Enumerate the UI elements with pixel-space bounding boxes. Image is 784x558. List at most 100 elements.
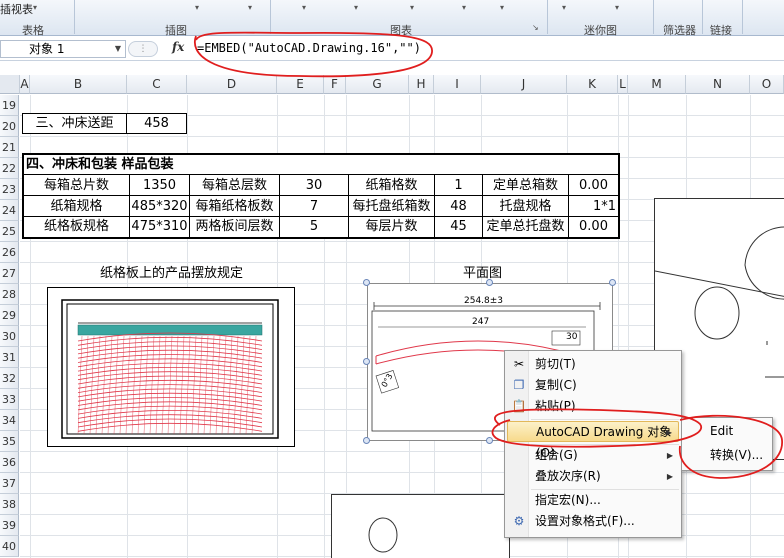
table-cell[interactable]: 48 — [435, 196, 483, 217]
chevron-down-icon[interactable]: ▾ — [33, 3, 37, 12]
chevron-down-icon[interactable]: ▾ — [562, 3, 566, 12]
table-cell[interactable]: 每箱总片数 — [24, 175, 130, 196]
row-header[interactable]: 21 — [0, 137, 19, 158]
name-box[interactable]: 对象 1 ▼ — [0, 40, 126, 58]
table-cell[interactable]: 每箱纸格板数 — [190, 196, 280, 217]
resize-handle[interactable] — [363, 437, 370, 444]
table-cell[interactable]: 定单总箱数 — [483, 175, 569, 196]
row-header[interactable]: 35 — [0, 431, 19, 452]
column-header[interactable]: D — [187, 75, 277, 94]
submenu-item-edit[interactable]: Edit — [684, 421, 770, 442]
table-cell[interactable]: 485*320 — [130, 196, 190, 217]
table-cell[interactable]: 定单总托盘数 — [483, 217, 569, 237]
resize-handle[interactable] — [363, 358, 370, 365]
embedded-layout-drawing[interactable] — [47, 287, 295, 447]
table-cell[interactable]: 每层片数 — [349, 217, 435, 237]
row-header[interactable]: 32 — [0, 368, 19, 389]
column-header[interactable]: N — [686, 75, 750, 94]
row-header[interactable]: 23 — [0, 179, 19, 200]
table-cell[interactable]: 1350 — [130, 175, 190, 196]
select-all-corner[interactable] — [0, 75, 20, 94]
table-cell[interactable]: 7 — [280, 196, 349, 217]
column-header[interactable]: B — [30, 75, 127, 94]
row-header[interactable]: 31 — [0, 347, 19, 368]
column-header[interactable]: C — [127, 75, 187, 94]
row-header[interactable]: 26 — [0, 242, 19, 263]
formula-bar-handle[interactable]: ⋮ — [128, 41, 158, 57]
row-header[interactable]: 19 — [0, 95, 19, 116]
table-cell[interactable]: 纸箱规格 — [24, 196, 130, 217]
row-header[interactable]: 27 — [0, 263, 19, 284]
row-header[interactable]: 39 — [0, 515, 19, 536]
column-header[interactable]: O — [750, 75, 784, 94]
table-cell[interactable]: 1*1 — [569, 196, 618, 217]
column-header[interactable]: L — [618, 75, 628, 94]
row-header[interactable]: 37 — [0, 473, 19, 494]
row-header[interactable]: 29 — [0, 305, 19, 326]
row-header[interactable]: 30 — [0, 326, 19, 347]
column-header[interactable]: F — [324, 75, 346, 94]
column-header[interactable]: E — [277, 75, 324, 94]
chevron-down-icon[interactable]: ▾ — [615, 3, 619, 12]
section-header-packing[interactable]: 四、冲床和包装 样品包装 — [22, 153, 620, 175]
chevron-down-icon[interactable]: ▾ — [462, 3, 466, 12]
table-cell[interactable]: 两格板间层数 — [190, 217, 280, 237]
column-header[interactable]: I — [434, 75, 481, 94]
menu-item-cut[interactable]: ✂ 剪切(T) — [507, 354, 679, 375]
row-header[interactable]: 34 — [0, 410, 19, 431]
cell-feed-value[interactable]: 458 — [126, 113, 187, 134]
table-cell[interactable]: 0.00 — [569, 175, 618, 196]
insert-function-icon[interactable]: fx — [172, 40, 184, 54]
menu-item-copy[interactable]: ❐ 复制(C) — [507, 375, 679, 396]
row-header[interactable]: 22 — [0, 158, 19, 179]
row-header[interactable]: 28 — [0, 284, 19, 305]
chevron-down-icon[interactable]: ▾ — [195, 3, 199, 12]
row-header[interactable]: 38 — [0, 494, 19, 515]
table-cell[interactable]: 5 — [280, 217, 349, 237]
table-cell[interactable]: 475*310 — [130, 217, 190, 237]
resize-handle[interactable] — [486, 437, 493, 444]
autocad-drawing-bottom[interactable] — [331, 494, 510, 558]
table-cell[interactable]: 45 — [435, 217, 483, 237]
table-cell[interactable]: 托盘规格 — [483, 196, 569, 217]
table-cell[interactable]: 纸箱格数 — [349, 175, 435, 196]
submenu-item-convert[interactable]: 转换(V)... — [684, 445, 770, 466]
chevron-down-icon[interactable]: ▾ — [410, 3, 414, 12]
row-header[interactable]: 33 — [0, 389, 19, 410]
dialog-launcher-icon[interactable]: ↘ — [532, 23, 539, 32]
column-header[interactable]: J — [481, 75, 567, 94]
table-cell[interactable]: 每托盘纸箱数 — [349, 196, 435, 217]
row-header[interactable]: 25 — [0, 221, 19, 242]
resize-handle[interactable] — [363, 279, 370, 286]
resize-handle[interactable] — [609, 279, 616, 286]
formula-input[interactable]: =EMBED("AutoCAD.Drawing.16","") — [197, 41, 421, 55]
chevron-down-icon[interactable]: ▼ — [115, 41, 121, 57]
menu-item-order[interactable]: 叠放次序(R) ▶ — [507, 466, 679, 487]
row-header[interactable]: 24 — [0, 200, 19, 221]
column-header[interactable]: M — [628, 75, 686, 94]
view-menu[interactable]: 插视表 — [0, 1, 33, 17]
chevron-down-icon[interactable]: ▾ — [248, 3, 252, 12]
row-header[interactable]: 36 — [0, 452, 19, 473]
table-cell[interactable]: 30 — [280, 175, 349, 196]
menu-item-paste[interactable]: 📋 粘贴(P) — [507, 396, 679, 417]
cell-feed-label[interactable]: 三、冲床送距 — [22, 113, 127, 134]
column-header[interactable]: A — [20, 75, 30, 94]
column-header[interactable]: K — [567, 75, 618, 94]
table-cell[interactable]: 每箱总层数 — [190, 175, 280, 196]
chevron-down-icon[interactable]: ▾ — [302, 3, 306, 12]
table-cell[interactable]: 0.00 — [569, 217, 618, 237]
chevron-down-icon[interactable]: ▾ — [354, 3, 358, 12]
menu-item-group[interactable]: 组合(G) ▶ — [507, 445, 679, 466]
column-header[interactable]: H — [409, 75, 434, 94]
menu-item-assign-macro[interactable]: 指定宏(N)... — [507, 490, 679, 511]
menu-item-autocad-object[interactable]: AutoCAD Drawing 对象(O) ▶ — [507, 421, 679, 460]
table-cell[interactable]: 纸格板规格 — [24, 217, 130, 237]
menu-item-format-object[interactable]: ⚙ 设置对象格式(F)... — [507, 511, 679, 532]
row-header[interactable]: 20 — [0, 116, 19, 137]
column-header[interactable]: G — [346, 75, 409, 94]
resize-handle[interactable] — [486, 279, 493, 286]
chevron-down-icon[interactable]: ▾ — [500, 3, 504, 12]
row-header[interactable]: 40 — [0, 536, 19, 557]
table-cell[interactable]: 1 — [435, 175, 483, 196]
